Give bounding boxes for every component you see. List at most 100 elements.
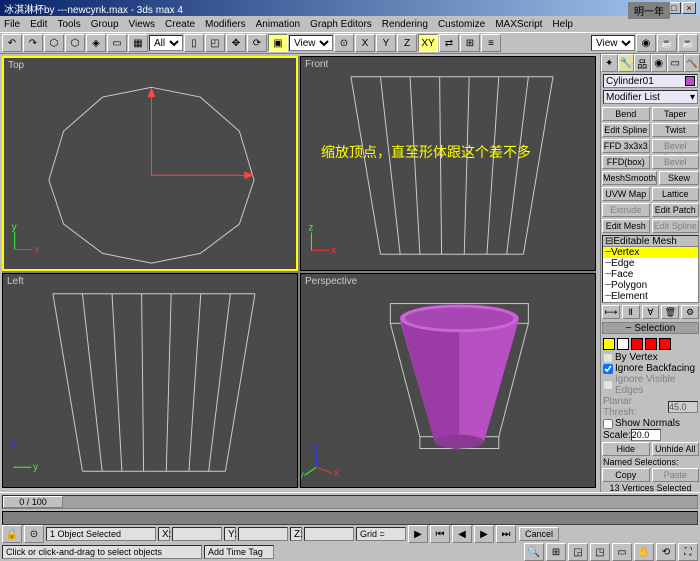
hide-button[interactable]: Hide bbox=[602, 442, 650, 456]
editmesh-button[interactable]: Edit Mesh bbox=[602, 219, 650, 233]
bend-button[interactable]: Bend bbox=[602, 107, 650, 121]
stack-face[interactable]: ┈ Face bbox=[603, 269, 698, 280]
viewport-perspective[interactable]: Perspective xyz bbox=[300, 273, 596, 488]
menu-customize[interactable]: Customize bbox=[438, 19, 485, 30]
selection-filter-dropdown[interactable]: All bbox=[149, 35, 183, 51]
close-button[interactable]: × bbox=[682, 2, 696, 14]
unhide-button[interactable]: Unhide All bbox=[652, 442, 700, 456]
ffd3-button[interactable]: FFD 3x3x3 bbox=[602, 139, 650, 153]
menu-group[interactable]: Group bbox=[91, 19, 119, 30]
minmax-toggle-button[interactable]: ⛶ bbox=[678, 543, 698, 561]
unlink-button[interactable]: ⬡ bbox=[65, 34, 85, 52]
snap-button[interactable]: ⊙ bbox=[24, 525, 44, 543]
modifier-stack[interactable]: ⊟ Editable Mesh ┈ Vertex ┈ Edge ┈ Face ┈… bbox=[602, 235, 699, 303]
time-slider[interactable]: 0 / 100 bbox=[2, 495, 698, 509]
menu-maxscript[interactable]: MAXScript bbox=[495, 19, 542, 30]
menu-create[interactable]: Create bbox=[165, 19, 195, 30]
zoom-extents-button[interactable]: ◲ bbox=[568, 543, 588, 561]
cancel-button[interactable]: Cancel bbox=[519, 527, 559, 541]
goto-start-button[interactable]: ⏮ bbox=[430, 525, 450, 543]
menu-views[interactable]: Views bbox=[129, 19, 156, 30]
make-unique-button[interactable]: ∀ bbox=[642, 305, 660, 319]
subobj-face-icon[interactable] bbox=[631, 338, 643, 350]
lattice-button[interactable]: Lattice bbox=[652, 187, 700, 201]
pin-stack-button[interactable]: ⟼ bbox=[602, 305, 620, 319]
bevelprofile-button[interactable]: Bevel Profile bbox=[652, 139, 700, 153]
uvwmap-button[interactable]: UVW Map bbox=[602, 187, 650, 201]
viewport-left[interactable]: Left yz bbox=[2, 273, 298, 488]
select-scale-button[interactable]: ▣ bbox=[268, 34, 288, 52]
tab-modify[interactable]: 🔧 bbox=[618, 54, 635, 72]
track-bar[interactable] bbox=[2, 511, 698, 525]
menu-grapheditors[interactable]: Graph Editors bbox=[310, 19, 372, 30]
region-zoom-button[interactable]: ▭ bbox=[612, 543, 632, 561]
stack-edge[interactable]: ┈ Edge bbox=[603, 258, 698, 269]
window-crossing-button[interactable]: ▦ bbox=[128, 34, 148, 52]
quick-render-button[interactable]: ☕ bbox=[678, 34, 698, 52]
tab-motion[interactable]: ◉ bbox=[651, 54, 668, 72]
menu-tools[interactable]: Tools bbox=[57, 19, 80, 30]
next-frame-button[interactable]: ▶ bbox=[474, 525, 494, 543]
subobj-edge-icon[interactable] bbox=[617, 338, 629, 350]
menu-modifiers[interactable]: Modifiers bbox=[205, 19, 246, 30]
taper-button[interactable]: Taper bbox=[652, 107, 700, 121]
skew-button[interactable]: Skew bbox=[659, 171, 699, 185]
stack-element[interactable]: ┈ Element bbox=[603, 291, 698, 302]
menu-animation[interactable]: Animation bbox=[256, 19, 300, 30]
y-input[interactable] bbox=[238, 527, 288, 541]
x-input[interactable] bbox=[172, 527, 222, 541]
align-button[interactable]: ≡ bbox=[481, 34, 501, 52]
subobj-element-icon[interactable] bbox=[659, 338, 671, 350]
twist-button[interactable]: Twist bbox=[652, 123, 700, 137]
restrict-z-button[interactable]: Z bbox=[397, 34, 417, 52]
meshsmooth-button[interactable]: MeshSmooth bbox=[602, 171, 657, 185]
modifier-list-dropdown[interactable]: Modifier List▾ bbox=[603, 90, 698, 104]
ignore-backfacing-checkbox[interactable] bbox=[603, 364, 613, 374]
select-rotate-button[interactable]: ⟳ bbox=[247, 34, 267, 52]
configure-button[interactable]: ⚙ bbox=[681, 305, 699, 319]
remove-mod-button[interactable]: 🗑 bbox=[661, 305, 679, 319]
object-color-swatch[interactable] bbox=[685, 76, 695, 86]
named-sel-dropdown[interactable]: View bbox=[591, 35, 635, 51]
pivot-button[interactable]: ⊙ bbox=[334, 34, 354, 52]
prev-frame-button[interactable]: ◀ bbox=[452, 525, 472, 543]
stack-vertex[interactable]: ┈ Vertex bbox=[603, 247, 698, 258]
menu-edit[interactable]: Edit bbox=[30, 19, 47, 30]
lock-selection-button[interactable]: 🔒 bbox=[2, 525, 22, 543]
viewport-top[interactable]: Top xy bbox=[2, 56, 298, 271]
menu-rendering[interactable]: Rendering bbox=[382, 19, 428, 30]
menu-help[interactable]: Help bbox=[552, 19, 573, 30]
object-name-field[interactable]: Cylinder01 bbox=[603, 74, 698, 88]
select-region-button[interactable]: ▭ bbox=[107, 34, 127, 52]
arc-rotate-button[interactable]: ⟲ bbox=[656, 543, 676, 561]
extrude-button[interactable]: Extrude bbox=[602, 203, 650, 217]
material-editor-button[interactable]: ◉ bbox=[636, 34, 656, 52]
show-normals-checkbox[interactable] bbox=[603, 419, 613, 429]
array-button[interactable]: ⊞ bbox=[460, 34, 480, 52]
zoom-extents-all-button[interactable]: ◳ bbox=[590, 543, 610, 561]
ffdbox-button[interactable]: FFD(box) bbox=[602, 155, 650, 169]
select-move-button[interactable]: ✥ bbox=[226, 34, 246, 52]
refcoord-dropdown[interactable]: View bbox=[289, 35, 333, 51]
normals-scale-input[interactable] bbox=[631, 429, 661, 441]
play-button[interactable]: ▶ bbox=[408, 525, 428, 543]
zoom-all-button[interactable]: ⊞ bbox=[546, 543, 566, 561]
editspline-button[interactable]: Edit Spline bbox=[602, 123, 650, 137]
bevel-button[interactable]: Bevel bbox=[652, 155, 700, 169]
editpatch-button[interactable]: Edit Patch bbox=[652, 203, 700, 217]
time-thumb[interactable]: 0 / 100 bbox=[3, 496, 63, 508]
goto-end-button[interactable]: ⏭ bbox=[496, 525, 516, 543]
selection-rollout[interactable]: − Selection bbox=[602, 322, 699, 334]
bind-button[interactable]: ◈ bbox=[86, 34, 106, 52]
restrict-x-button[interactable]: X bbox=[355, 34, 375, 52]
link-button[interactable]: ⬡ bbox=[44, 34, 64, 52]
select-name-button[interactable]: ◰ bbox=[205, 34, 225, 52]
redo-button[interactable]: ↷ bbox=[23, 34, 43, 52]
render-scene-button[interactable]: ☕ bbox=[657, 34, 677, 52]
show-result-button[interactable]: Ⅱ bbox=[622, 305, 640, 319]
subobj-vertex-icon[interactable] bbox=[603, 338, 615, 350]
zoom-button[interactable]: 🔍 bbox=[524, 543, 544, 561]
editspline2-button[interactable]: Edit Spline bbox=[652, 219, 700, 233]
timetag-button[interactable]: Add Time Tag bbox=[204, 545, 274, 559]
tab-create[interactable]: ✦ bbox=[601, 54, 618, 72]
